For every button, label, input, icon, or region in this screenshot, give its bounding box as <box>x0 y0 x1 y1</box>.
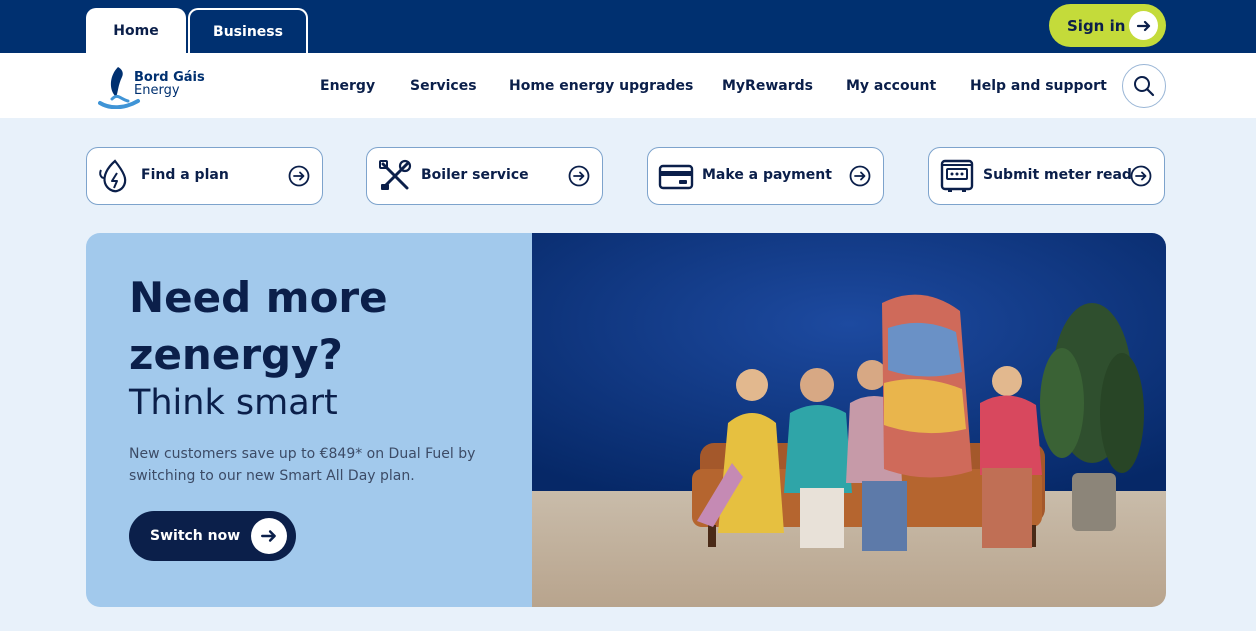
quick-link-boiler-service[interactable]: Boiler service <box>366 147 603 205</box>
arrow-right-icon <box>1129 11 1158 40</box>
nav-item-services[interactable]: Services <box>410 53 477 118</box>
sign-in-button[interactable]: Sign in <box>1049 4 1166 47</box>
bord-gais-logo[interactable]: Bord Gáis Energy <box>98 63 208 109</box>
meter-icon <box>940 159 974 192</box>
nav-item-my-account[interactable]: My account <box>846 53 936 118</box>
hero-heading: Need more zenergy? <box>129 273 388 379</box>
arrow-circle-right-icon <box>568 165 590 187</box>
top-bar: Home Business Sign in <box>0 0 1256 53</box>
quick-link-label: Find a plan <box>141 167 229 183</box>
tools-icon <box>379 159 412 190</box>
hero-banner: Need more zenergy? Think smart New custo… <box>86 233 1166 607</box>
nav-item-home-energy-upgrades[interactable]: Home energy upgrades <box>509 53 693 118</box>
switch-now-button[interactable]: Switch now <box>129 511 296 561</box>
logo-wordmark: Bord Gáis Energy <box>134 71 205 97</box>
search-icon <box>1134 76 1155 97</box>
arrow-circle-right-icon <box>849 165 871 187</box>
nav-item-help-and-support[interactable]: Help and support <box>970 53 1107 118</box>
quick-link-submit-meter-read[interactable]: Submit meter read <box>928 147 1165 205</box>
nav-item-energy[interactable]: Energy <box>320 53 375 118</box>
arrow-circle-right-icon <box>1130 165 1152 187</box>
quick-link-label: Make a payment <box>702 167 832 183</box>
tab-home[interactable]: Home <box>86 8 186 53</box>
quick-link-label: Boiler service <box>421 167 529 183</box>
tab-business[interactable]: Business <box>188 8 308 53</box>
main-nav-bar: Bord Gáis Energy Energy Services Home en… <box>0 53 1256 118</box>
sign-in-label: Sign in <box>1067 16 1126 35</box>
hero-image-family-on-sofa <box>532 233 1166 607</box>
hero-text-panel: Need more zenergy? Think smart New custo… <box>86 233 532 607</box>
hero-body-text: New customers save up to €849* on Dual F… <box>129 446 476 484</box>
quick-link-find-a-plan[interactable]: Find a plan <box>86 147 323 205</box>
search-button[interactable] <box>1122 64 1166 108</box>
nav-item-myrewards[interactable]: MyRewards <box>722 53 813 118</box>
arrow-circle-right-icon <box>288 165 310 187</box>
arrow-right-icon <box>251 518 287 554</box>
switch-now-label: Switch now <box>150 528 241 544</box>
quick-link-label: Submit meter read <box>983 167 1132 183</box>
quick-link-make-a-payment[interactable]: Make a payment <box>647 147 884 205</box>
gas-electric-icon <box>99 159 127 193</box>
credit-card-icon <box>658 164 694 190</box>
hero-subheading: Think smart <box>129 383 338 423</box>
logo-line-2: Energy <box>134 83 180 98</box>
